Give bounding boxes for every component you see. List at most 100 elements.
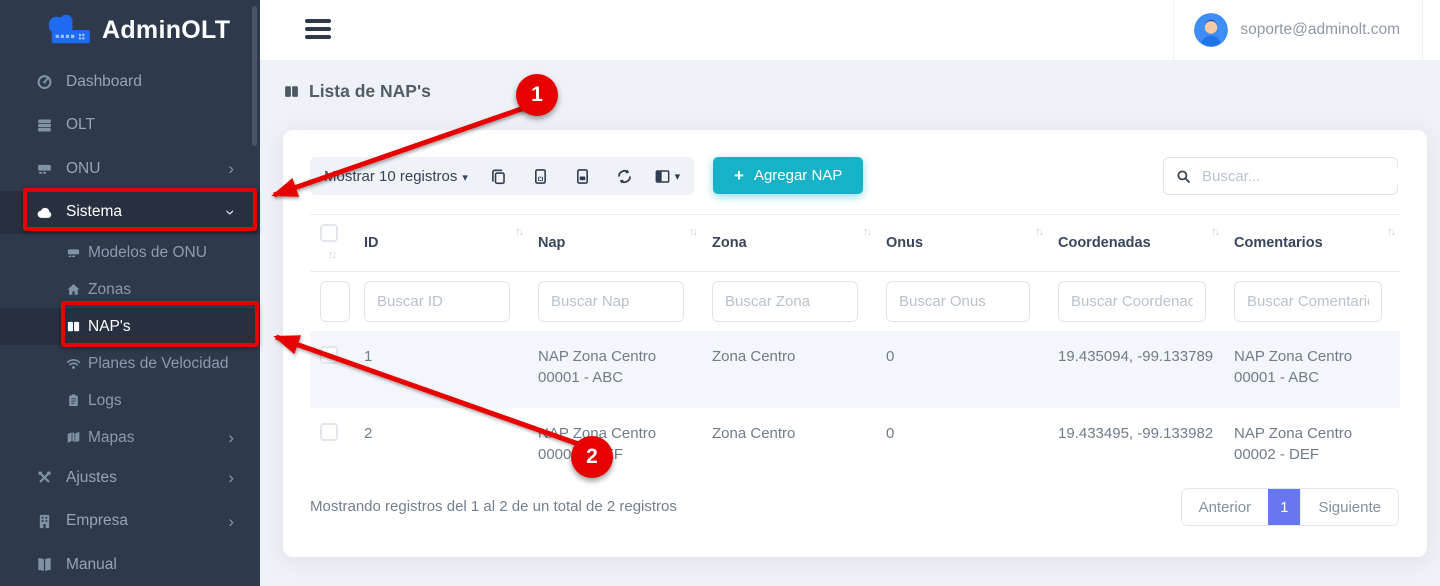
sidebar-item-label: Sistema — [66, 203, 122, 221]
page-title-text: Lista de NAP's — [309, 81, 431, 102]
brand-name: AdminOLT — [102, 16, 230, 45]
cell-onus: 0 — [876, 408, 1048, 485]
user-avatar — [1194, 13, 1228, 47]
row-checkbox[interactable] — [320, 346, 338, 364]
sidebar-item-manual[interactable]: Manual — [0, 543, 260, 586]
column-header-onus[interactable]: Onus↑↓ — [876, 215, 1048, 272]
cell-coordenadas: 19.433495, -99.133982 — [1048, 408, 1224, 485]
cell-zona: Zona Centro — [702, 408, 876, 485]
filter-select-input[interactable] — [320, 281, 350, 322]
refresh-button[interactable] — [604, 157, 646, 195]
sort-icon[interactable]: ↑↓ — [689, 226, 696, 238]
wifi-icon — [66, 356, 81, 371]
chevron-down-icon: ▾ — [462, 172, 468, 184]
sort-icon[interactable]: ↑↓ — [1035, 226, 1042, 238]
file-icon — [574, 168, 591, 185]
column-header-comentarios[interactable]: Comentarios↑↓ — [1224, 215, 1400, 272]
sort-icon[interactable]: ↑↓ — [1387, 226, 1394, 238]
sidebar-item-empresa[interactable]: Empresa › — [0, 500, 260, 544]
copy-button[interactable] — [478, 157, 520, 195]
sidebar-item-label: Zonas — [88, 281, 131, 299]
excel-icon — [532, 168, 549, 185]
sidebar-item-label: Mapas — [88, 429, 135, 447]
columns-picker-button[interactable]: ▾ — [646, 157, 688, 195]
sidebar-item-label: Dashboard — [66, 73, 142, 91]
sidebar-item-label: OLT — [66, 116, 95, 134]
column-header-nap[interactable]: Nap↑↓ — [528, 215, 702, 272]
chevron-right-icon: › — [228, 513, 234, 530]
sidebar-item-olt[interactable]: OLT — [0, 104, 260, 148]
sidebar-item-zonas[interactable]: Zonas — [0, 271, 260, 308]
filter-input-coordenadas[interactable] — [1058, 281, 1206, 322]
filter-input-onus[interactable] — [886, 281, 1030, 322]
chevron-right-icon: › — [228, 429, 234, 446]
sidebar-item-mapas[interactable]: Mapas › — [0, 419, 260, 456]
cell-nap: NAP Zona Centro 00001 - ABC — [528, 331, 702, 408]
chevron-right-icon: › — [228, 160, 234, 177]
sidebar-item-logs[interactable]: Logs — [0, 382, 260, 419]
refresh-icon — [616, 168, 633, 185]
user-menu[interactable]: soporte@adminolt.com — [1173, 0, 1423, 60]
copy-icon — [490, 168, 507, 185]
cloud-router-icon — [40, 11, 94, 49]
sidebar-item-label: ONU — [66, 160, 100, 178]
table-button-group: Mostrar 10 registros▾ ▾ — [310, 157, 694, 195]
building-icon — [36, 513, 53, 530]
pagination-page-1[interactable]: 1 — [1268, 489, 1300, 525]
tools-icon — [36, 469, 53, 486]
search-input[interactable] — [1202, 168, 1401, 185]
show-entries-dropdown[interactable]: Mostrar 10 registros▾ — [324, 168, 468, 185]
sidebar-item-onu[interactable]: ONU › — [0, 147, 260, 191]
excel-button[interactable] — [520, 157, 562, 195]
sidebar-item-dashboard[interactable]: Dashboard — [0, 60, 260, 104]
cell-comentarios: NAP Zona Centro 00001 - ABC — [1224, 331, 1400, 408]
sidebar-item-label: Ajustes — [66, 469, 117, 487]
map-icon — [66, 430, 81, 445]
sidebar-item-label: Manual — [66, 556, 117, 574]
book-icon — [36, 556, 53, 573]
sidebar-item-sistema[interactable]: Sistema › — [0, 191, 260, 235]
column-header-id[interactable]: ID↑↓ — [354, 215, 528, 272]
sidebar-item-label: Empresa — [66, 512, 128, 530]
sidebar-item-planes-de-velocidad[interactable]: Planes de Velocidad — [0, 345, 260, 382]
sidebar: AdminOLT Dashboard OLT ONU › Sistema › Modelos… — [0, 0, 260, 586]
sidebar-menu: Dashboard OLT ONU › Sistema › Modelos de ONU Zo… — [0, 60, 260, 586]
row-checkbox[interactable] — [320, 423, 338, 441]
add-nap-button[interactable]: + Agregar NAP — [713, 157, 863, 194]
select-all-checkbox[interactable] — [320, 224, 338, 242]
cloud-icon — [36, 204, 53, 221]
brand[interactable]: AdminOLT — [0, 0, 260, 60]
sidebar-item-label: Logs — [88, 392, 122, 410]
nap-table: ↑↓ID↑↓Nap↑↓Zona↑↓Onus↑↓Coordenadas↑↓Come… — [310, 214, 1400, 485]
filter-input-comentarios[interactable] — [1234, 281, 1382, 322]
server-icon — [36, 117, 53, 134]
pagination-next-button[interactable]: Siguiente — [1300, 489, 1398, 525]
table-row: 2NAP Zona Centro 00002 - DEFZona Centro0… — [310, 408, 1400, 485]
filter-input-id[interactable] — [364, 281, 510, 322]
chevron-down-icon: › — [223, 209, 240, 215]
gauge-icon — [36, 73, 53, 90]
cell-comentarios: NAP Zona Centro 00002 - DEF — [1224, 408, 1400, 485]
filter-input-zona[interactable] — [712, 281, 858, 322]
search-icon — [1176, 169, 1191, 184]
sidebar-item-label: Planes de Velocidad — [88, 355, 228, 373]
sort-icon[interactable]: ↑↓ — [863, 226, 870, 238]
hamburger-icon[interactable] — [305, 19, 331, 43]
column-header-coordenadas[interactable]: Coordenadas↑↓ — [1048, 215, 1224, 272]
table-toolbar: Mostrar 10 registros▾ ▾ + Agregar NAP — [310, 157, 1398, 195]
user-email: soporte@adminolt.com — [1240, 21, 1400, 39]
columns-picker-icon — [654, 168, 671, 185]
cell-zona: Zona Centro — [702, 331, 876, 408]
filter-input-nap[interactable] — [538, 281, 684, 322]
sort-icon[interactable]: ↑↓ — [328, 249, 335, 261]
card-footer: Mostrando registros del 1 al 2 de un tot… — [310, 476, 1398, 536]
sort-icon[interactable]: ↑↓ — [515, 226, 522, 238]
column-header-zona[interactable]: Zona↑↓ — [702, 215, 876, 272]
sort-icon[interactable]: ↑↓ — [1211, 226, 1218, 238]
sidebar-item-ajustes[interactable]: Ajustes› — [0, 456, 260, 500]
sidebar-item-modelos-de-onu[interactable]: Modelos de ONU — [0, 234, 260, 271]
records-summary: Mostrando registros del 1 al 2 de un tot… — [310, 498, 677, 515]
pagination-prev-button[interactable]: Anterior — [1182, 489, 1269, 525]
sidebar-item-nap-s[interactable]: NAP's — [0, 308, 260, 345]
file-button[interactable] — [562, 157, 604, 195]
